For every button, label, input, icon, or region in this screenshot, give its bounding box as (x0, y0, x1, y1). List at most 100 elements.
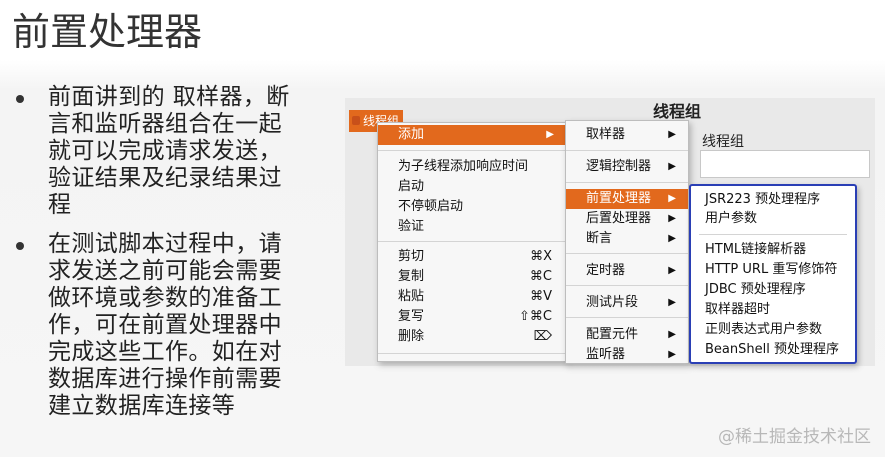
pre-processor-submenu: JSR223 预处理程序 用户参数 HTML链接解析器 HTTP URL 重写修… (689, 184, 857, 364)
menu-item-jdbc-preprocessor[interactable]: JDBC 预处理程序 (691, 280, 855, 300)
submenu-arrow-icon: ▶ (546, 129, 554, 140)
menu-item-label: JDBC 预处理程序 (705, 282, 806, 297)
menu-item-label: BeanShell 预处理程序 (705, 342, 839, 357)
menu-item-config-element[interactable]: 配置元件 ▶ (566, 325, 688, 345)
menu-separator (566, 150, 688, 151)
menu-item-label: JSR223 预处理程序 (705, 192, 821, 207)
menu-item-copy[interactable]: 复制 ⌘C (378, 267, 566, 287)
menu-item-post-processors[interactable]: 后置处理器 ▶ (566, 209, 688, 229)
menu-separator (699, 234, 847, 235)
bullet-dot-icon (16, 95, 24, 103)
menu-item-logic-controller[interactable]: 逻辑控制器 ▶ (566, 157, 688, 177)
menu-item-html-link-parser[interactable]: HTML链接解析器 (691, 240, 855, 260)
menu-item-add-think-time[interactable]: 为子线程添加响应时间 (378, 157, 566, 177)
menu-item-sample-timeout[interactable]: 取样器超时 (691, 300, 855, 320)
menu-item-label: HTTP URL 重写修饰符 (705, 262, 838, 277)
bullet-text: 前面讲到的 取样器，断 言和监听器组合在一起 就可以完成请求发送， 验证结果及纪… (48, 84, 344, 219)
menu-item-label: 剪切 (398, 249, 425, 264)
context-menu: 添加 ▶ 为子线程添加响应时间 启动 不停顿启动 验证 剪切 ⌘X 复制 ⌘C … (377, 122, 567, 362)
menu-item-label: 启动 (398, 179, 425, 194)
menu-item-label: 配置元件 (586, 327, 639, 342)
menu-item-start-no-pause[interactable]: 不停顿启动 (378, 197, 566, 217)
submenu-arrow-icon: ▶ (668, 329, 676, 340)
bullet-line: 就可以完成请求发送， (48, 138, 282, 164)
submenu-arrow-icon: ▶ (668, 161, 676, 172)
name-input[interactable] (700, 150, 870, 178)
shortcut-label: ⌘X (530, 249, 552, 264)
menu-item-label: 断言 (586, 231, 613, 246)
menu-item-label: 为子线程添加响应时间 (398, 159, 529, 174)
menu-item-jsr223-preprocessor[interactable]: JSR223 预处理程序 (691, 190, 855, 210)
submenu-arrow-icon: ▶ (668, 129, 676, 140)
menu-item-label: 取样器 (586, 127, 626, 142)
bullet-item: 在测试脚本过程中，请 求发送之前可能会需要 做环境或参数的准备工 作，可在前置处… (14, 231, 344, 420)
submenu-arrow-icon: ▶ (668, 297, 676, 308)
submenu-arrow-icon: ▶ (668, 213, 676, 224)
menu-item-sampler[interactable]: 取样器 ▶ (566, 125, 688, 145)
menu-item-duplicate[interactable]: 复写 ⇧⌘C (378, 307, 566, 327)
menu-item-label: 复制 (398, 269, 425, 284)
menu-item-label: 添加 (398, 127, 425, 142)
menu-item-label: 前置处理器 (586, 191, 652, 206)
bullet-item: 前面讲到的 取样器，断 言和监听器组合在一起 就可以完成请求发送， 验证结果及纪… (14, 84, 344, 219)
menu-separator (378, 353, 566, 354)
menu-item-cut[interactable]: 剪切 ⌘X (378, 247, 566, 267)
menu-item-label: 验证 (398, 219, 425, 234)
shortcut-label: ⇧⌘C (519, 309, 552, 324)
menu-item-label: 逻辑控制器 (586, 159, 652, 174)
menu-item-start[interactable]: 启动 (378, 177, 566, 197)
bullet-line: 言和监听器组合在一起 (48, 111, 282, 137)
menu-item-remove[interactable]: 删除 ⌦ (378, 327, 566, 347)
menu-item-paste[interactable]: 粘贴 ⌘V (378, 287, 566, 307)
menu-separator (378, 241, 566, 242)
bullet-line: 验证结果及纪录结果过 (48, 165, 282, 191)
menu-item-assertions[interactable]: 断言 ▶ (566, 229, 688, 249)
menu-item-listener[interactable]: 监听器 ▶ (566, 345, 688, 365)
menu-item-label: 正则表达式用户参数 (705, 322, 823, 337)
bullet-text: 在测试脚本过程中，请 求发送之前可能会需要 做环境或参数的准备工 作，可在前置处… (48, 231, 344, 420)
menu-item-timer[interactable]: 定时器 ▶ (566, 261, 688, 281)
bullet-line: 前面讲到的 取样器，断 (48, 84, 290, 110)
bullet-dot-icon (16, 242, 24, 250)
menu-item-user-parameters[interactable]: 用户参数 (691, 209, 855, 229)
bullet-line: 数据库进行操作前需要 (48, 366, 282, 392)
menu-item-label: 后置处理器 (586, 211, 652, 226)
shortcut-label: ⌘C (529, 269, 552, 284)
menu-separator (378, 150, 566, 151)
bullet-line: 作，可在前置处理器中 (48, 312, 282, 338)
watermark: @稀土掘金技术社区 (718, 427, 871, 447)
menu-item-beanshell-preprocessor[interactable]: BeanShell 预处理程序 (691, 340, 855, 360)
submenu-arrow-icon: ▶ (668, 265, 676, 276)
menu-item-validate[interactable]: 验证 (378, 217, 566, 237)
menu-item-label: HTML链接解析器 (705, 242, 807, 257)
menu-item-label: 粘贴 (398, 289, 425, 304)
menu-item-pre-processors[interactable]: 前置处理器 ▶ (566, 189, 688, 209)
menu-separator (566, 182, 688, 183)
menu-item-test-fragment[interactable]: 测试片段 ▶ (566, 293, 688, 313)
submenu-arrow-icon: ▶ (668, 233, 676, 244)
menu-item-label: 删除 (398, 329, 425, 344)
menu-separator (566, 285, 688, 286)
bullet-line: 完成这些工作。如在对 (48, 339, 282, 365)
bullet-line: 程 (48, 192, 72, 218)
menu-item-label: 不停顿启动 (398, 199, 464, 214)
add-submenu: 取样器 ▶ 逻辑控制器 ▶ 前置处理器 ▶ 后置处理器 ▶ 断言 ▶ 定时器 ▶… (565, 120, 689, 364)
bullet-line: 在测试脚本过程中，请 (48, 231, 282, 257)
menu-item-label: 测试片段 (586, 295, 639, 310)
menu-item-regex-user-parameters[interactable]: 正则表达式用户参数 (691, 320, 855, 340)
menu-item-label: 用户参数 (705, 211, 758, 226)
slide-title: 前置处理器 (12, 10, 203, 54)
thread-group-icon (352, 116, 360, 125)
jmeter-screenshot: 线程组 线程组 线程组 添加 ▶ 为子线程添加响应时间 启动 不停顿启动 验证 … (345, 98, 875, 366)
delete-key-icon: ⌦ (533, 329, 552, 344)
menu-separator (566, 253, 688, 254)
bullet-list: 前面讲到的 取样器，断 言和监听器组合在一起 就可以完成请求发送， 验证结果及纪… (14, 84, 344, 432)
bullet-line: 建立数据库连接等 (48, 393, 236, 419)
menu-item-label: 取样器超时 (705, 302, 771, 317)
panel-heading: 线程组 (653, 102, 702, 121)
shortcut-label: ⌘V (530, 289, 552, 304)
menu-item-http-url-rewriter[interactable]: HTTP URL 重写修饰符 (691, 260, 855, 280)
menu-item-label: 定时器 (586, 263, 626, 278)
name-label: 线程组 (702, 134, 744, 150)
menu-item-add[interactable]: 添加 ▶ (378, 125, 566, 145)
